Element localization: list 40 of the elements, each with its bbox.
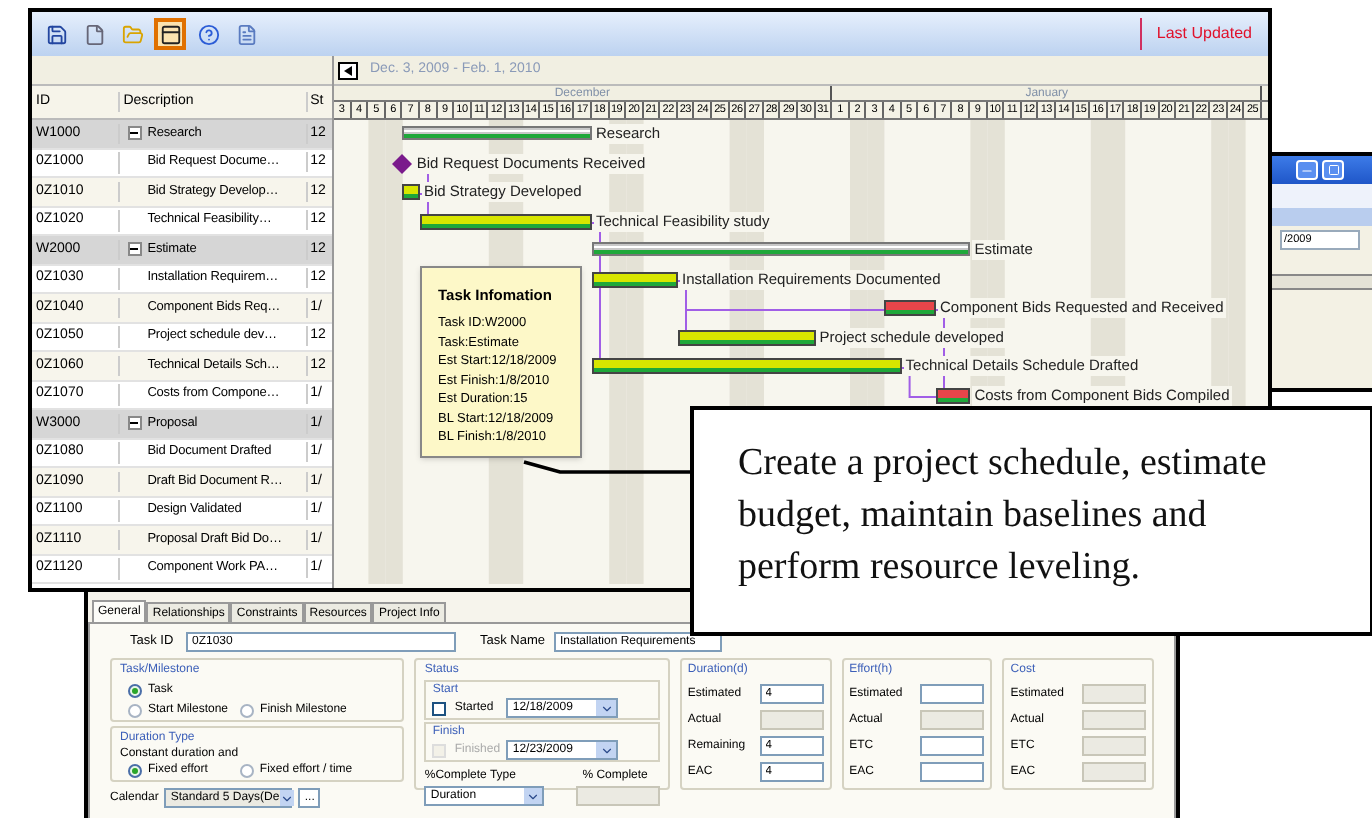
checkbox[interactable]: [432, 701, 447, 715]
radio-button[interactable]: [240, 703, 255, 717]
document-icon: [235, 23, 257, 45]
new-document-icon: [83, 23, 105, 45]
collapse-icon[interactable]: [127, 416, 142, 431]
toolbar-button[interactable]: [154, 18, 186, 50]
collapse-icon[interactable]: [127, 126, 142, 141]
dropdown-icon: [526, 789, 541, 803]
radio-button[interactable]: [239, 763, 254, 777]
last-updated-label: Last Updated: [1156, 22, 1252, 46]
dropdown-icon: [599, 743, 614, 757]
maximize-button[interactable]: [1322, 160, 1344, 180]
folder-icon: [121, 23, 143, 45]
maximize-icon: [1327, 164, 1339, 176]
summary-bar[interactable]: [592, 242, 971, 256]
collapse-icon[interactable]: [127, 242, 142, 257]
radio-button[interactable]: [128, 683, 142, 697]
radio-button[interactable]: [128, 763, 142, 777]
save-icon: [45, 23, 67, 45]
window-icon: [159, 23, 181, 45]
dropdown-icon: [279, 791, 294, 805]
number-field[interactable]: [920, 762, 985, 782]
minimize-button[interactable]: [1296, 160, 1318, 180]
task-bar[interactable]: [402, 184, 420, 200]
task-bar[interactable]: [936, 387, 971, 403]
number-field[interactable]: [920, 736, 985, 756]
callout-text: Create a project schedule, estimate budget, maintain baselines and perform resource leveling.: [738, 440, 1269, 592]
previous-button[interactable]: [338, 61, 358, 79]
task-bar[interactable]: [420, 213, 592, 229]
minimize-icon: [1300, 164, 1314, 178]
left-triangle-icon: [344, 65, 352, 75]
task-bar[interactable]: [592, 358, 902, 374]
task-bar[interactable]: [678, 329, 816, 345]
milestone-diamond[interactable]: [392, 153, 413, 173]
number-field[interactable]: [920, 684, 985, 704]
summary-bar[interactable]: [402, 126, 592, 140]
dropdown-icon: [599, 701, 614, 715]
help-icon: [197, 23, 219, 45]
task-bar[interactable]: [592, 271, 678, 287]
radio-button[interactable]: [128, 703, 142, 717]
